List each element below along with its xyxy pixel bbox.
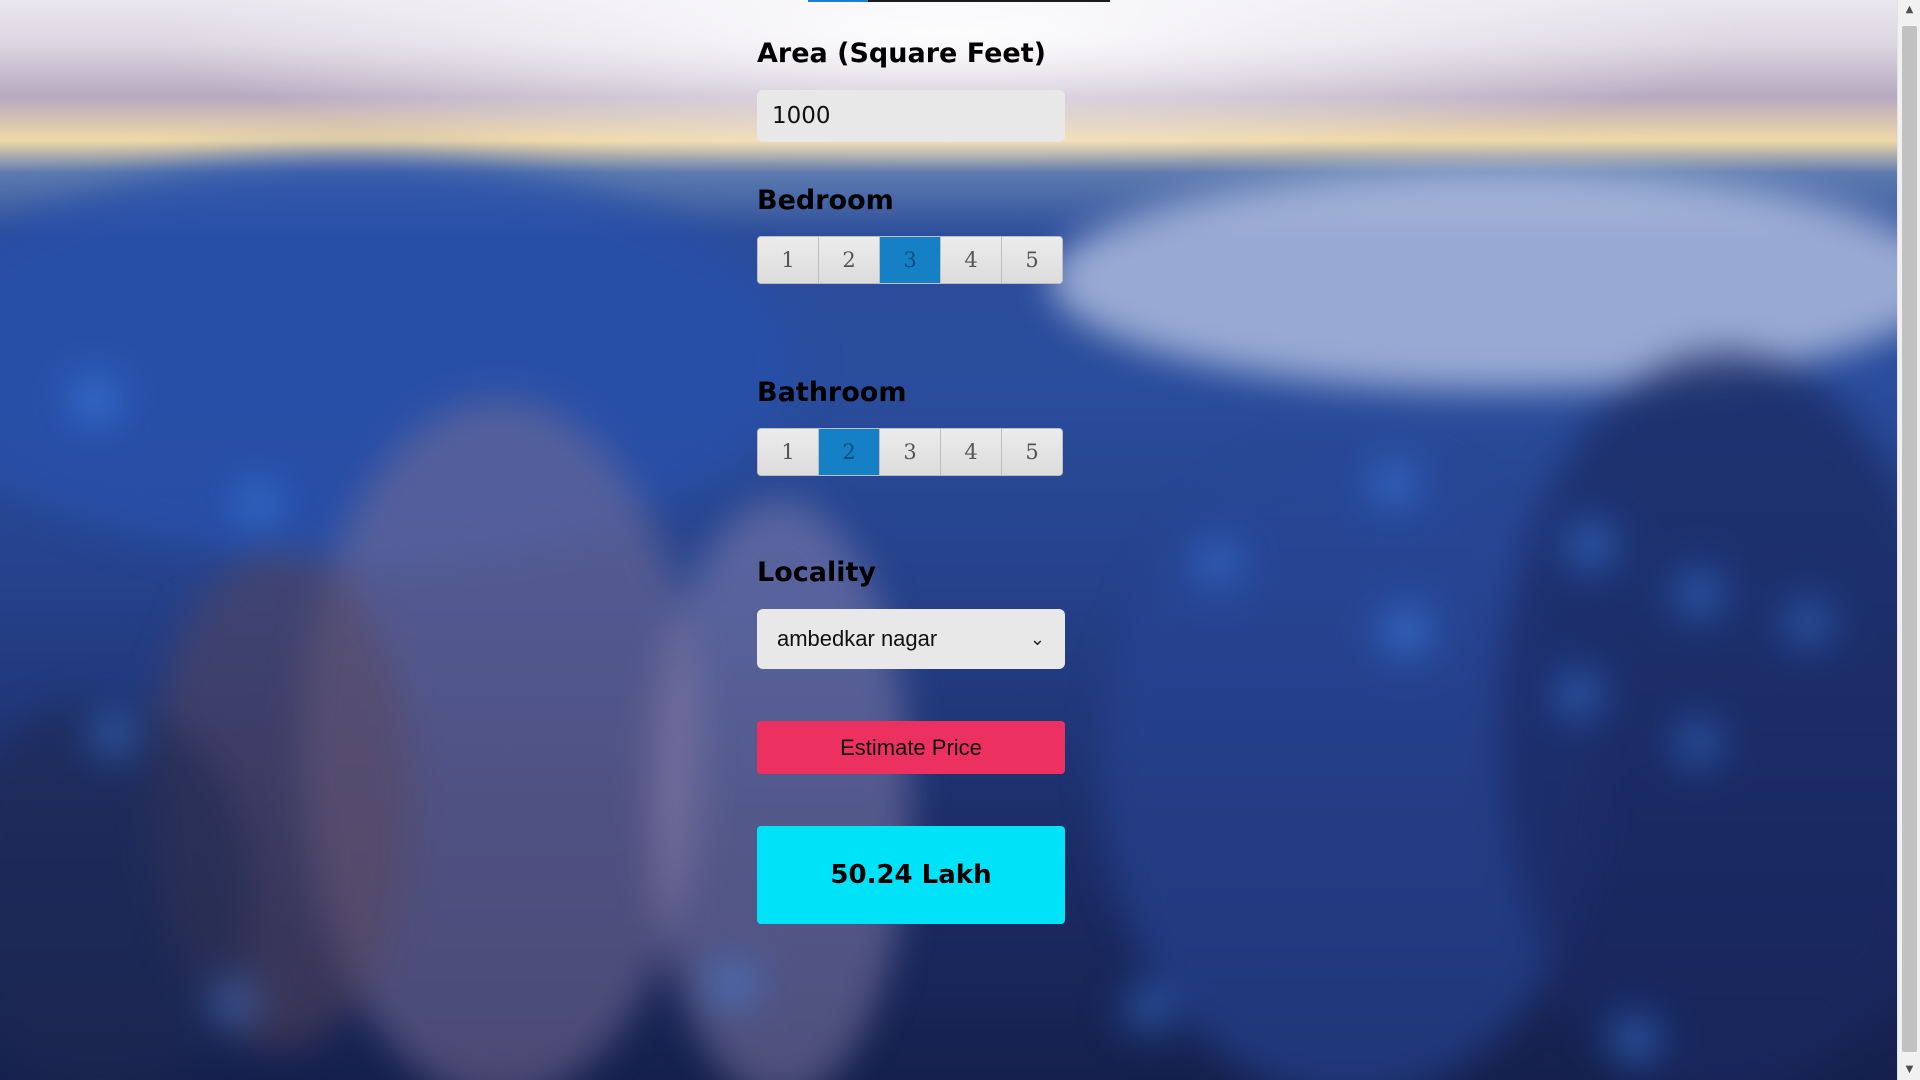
estimate-price-button[interactable]: Estimate Price — [757, 721, 1065, 774]
scroll-up-arrow-icon[interactable]: ▲ — [1898, 0, 1920, 20]
locality-selected-value: ambedkar nagar — [777, 626, 938, 651]
area-input[interactable]: 1000 — [757, 90, 1065, 142]
bedroom-option-2[interactable]: 2 — [819, 237, 880, 283]
locality-select[interactable]: ambedkar nagar ⌄ — [757, 609, 1065, 669]
bedroom-option-1[interactable]: 1 — [758, 237, 819, 283]
bathroom-option-2[interactable]: 2 — [819, 429, 880, 475]
vertical-scrollbar[interactable]: ▲ ▼ — [1897, 0, 1920, 1080]
bedroom-option-3[interactable]: 3 — [880, 237, 941, 283]
area-label: Area (Square Feet) — [757, 38, 1046, 69]
bedroom-option-5[interactable]: 5 — [1002, 237, 1062, 283]
scroll-down-arrow-icon[interactable]: ▼ — [1898, 1060, 1920, 1080]
bedroom-selector: 1 2 3 4 5 — [757, 236, 1063, 284]
bedroom-option-4[interactable]: 4 — [941, 237, 1002, 283]
bathroom-option-4[interactable]: 4 — [941, 429, 1002, 475]
bathroom-selector: 1 2 3 4 5 — [757, 428, 1063, 476]
page-background: Area (Square Feet) 1000 Bedroom 1 2 3 4 … — [0, 0, 1897, 1080]
bathroom-option-1[interactable]: 1 — [758, 429, 819, 475]
bathroom-label: Bathroom — [757, 377, 907, 408]
bedroom-label: Bedroom — [757, 185, 894, 216]
scrollbar-thumb[interactable] — [1902, 26, 1917, 1052]
locality-label: Locality — [757, 557, 876, 588]
top-progress-line — [808, 0, 1110, 2]
bathroom-option-5[interactable]: 5 — [1002, 429, 1062, 475]
chevron-down-icon: ⌄ — [1029, 628, 1045, 649]
bathroom-option-3[interactable]: 3 — [880, 429, 941, 475]
estimated-price-result: 50.24 Lakh — [757, 826, 1065, 924]
top-progress-accent — [808, 0, 868, 2]
